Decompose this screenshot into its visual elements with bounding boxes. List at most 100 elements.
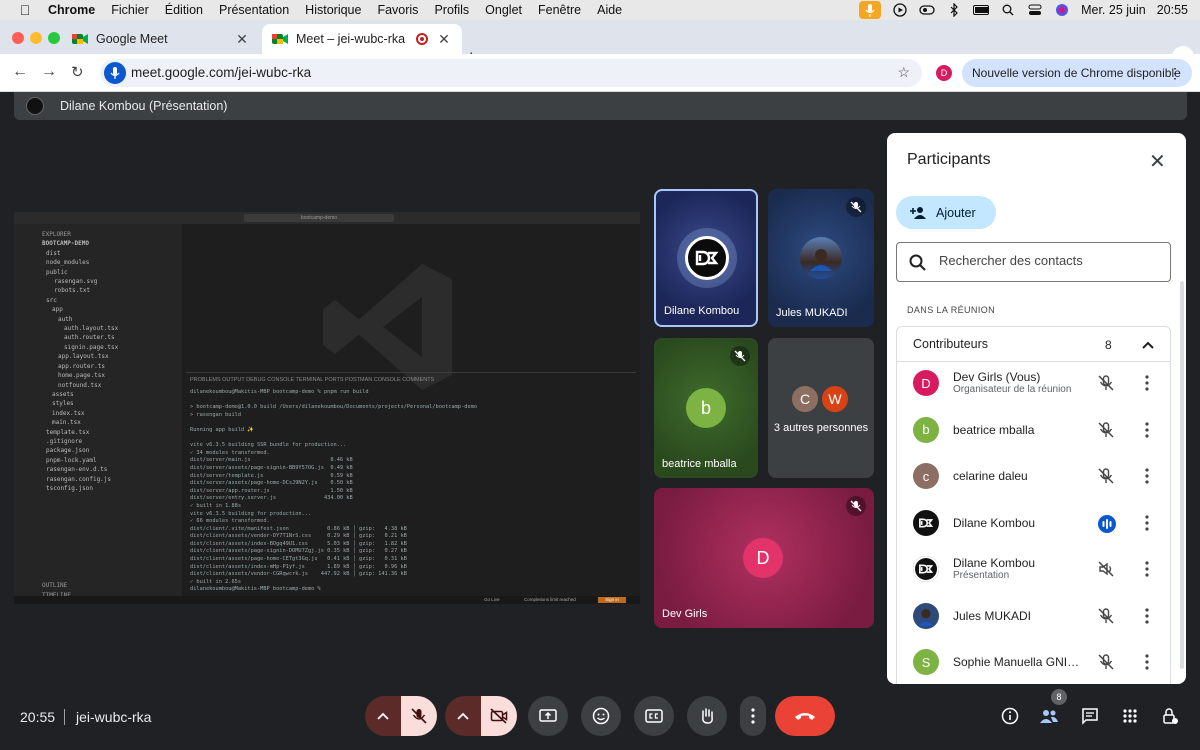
profile-avatar[interactable]: D xyxy=(936,65,952,81)
chrome-menu-kebab-icon[interactable]: ⋮ xyxy=(1168,65,1182,82)
menu-historique[interactable]: Historique xyxy=(305,3,361,17)
participant-row[interactable]: S Sophie Manuella GNITE... xyxy=(897,642,1172,682)
leave-call-button[interactable] xyxy=(775,696,835,736)
mic-in-use-icon[interactable] xyxy=(859,1,882,19)
menu-fenetre[interactable]: Fenêtre xyxy=(538,3,581,17)
close-window-button[interactable] xyxy=(12,32,24,44)
chrome-toolbar: ← → ↻ meet.google.com/jei-wubc-rka ☆ D N… xyxy=(0,54,1200,92)
chrome-tab-bar: Google Meet ✕ Meet – jei-wubc-rka ✕ + ⌄ xyxy=(0,20,1200,68)
menu-app-name[interactable]: Chrome xyxy=(48,3,95,17)
participant-row[interactable]: b beatrice mballa xyxy=(897,410,1172,450)
participant-avatar xyxy=(913,602,939,629)
participant-more-icon[interactable] xyxy=(1145,561,1149,582)
mic-off-icon[interactable] xyxy=(1097,421,1115,444)
reactions-button[interactable] xyxy=(581,696,621,736)
captions-button[interactable] xyxy=(634,696,674,736)
participant-more-icon[interactable] xyxy=(1145,607,1149,629)
search-icon xyxy=(909,254,926,271)
menubar-time[interactable]: 20:55 xyxy=(1157,3,1188,17)
participants-panel: Participants ✕ Ajouter DANS LA RÉUNION C… xyxy=(887,133,1186,684)
menu-aide[interactable]: Aide xyxy=(597,3,622,17)
forward-arrow-icon[interactable]: → xyxy=(41,63,57,81)
participant-more-icon[interactable] xyxy=(1145,654,1149,675)
menu-profils[interactable]: Profils xyxy=(434,3,469,17)
video-options-chevron-icon[interactable] xyxy=(445,696,481,736)
mic-off-icon[interactable] xyxy=(1097,607,1115,630)
battery-icon[interactable] xyxy=(973,3,990,17)
contributors-label[interactable]: Contributeurs xyxy=(913,337,988,351)
chat-button[interactable] xyxy=(1074,696,1106,736)
participant-more-icon[interactable] xyxy=(1145,421,1149,443)
mic-off-icon[interactable] xyxy=(1097,653,1115,676)
presentation-audio-off-icon[interactable] xyxy=(1097,560,1115,583)
raise-hand-button[interactable] xyxy=(687,696,727,736)
participant-row[interactable]: Dilane Kombou xyxy=(897,503,1172,543)
reload-icon[interactable]: ↻ xyxy=(71,63,84,81)
participant-row[interactable]: Dilane Kombou Présentation xyxy=(897,549,1172,589)
participant-row[interactable]: D Dev Girls (Vous) Organisateur de la réun… xyxy=(897,363,1172,403)
address-bar[interactable]: meet.google.com/jei-wubc-rka ☆ xyxy=(100,59,922,87)
menu-favoris[interactable]: Favoris xyxy=(377,3,418,17)
camera-toggle-button[interactable] xyxy=(481,696,517,736)
tab-close-icon[interactable]: ✕ xyxy=(234,31,250,48)
meeting-details-button[interactable] xyxy=(994,696,1026,736)
mic-off-icon[interactable] xyxy=(1097,467,1115,490)
participant-more-icon[interactable] xyxy=(1145,468,1149,489)
tile-dev-girls[interactable]: D Dev Girls xyxy=(654,488,874,628)
menu-onglet[interactable]: Onglet xyxy=(485,3,522,17)
minimize-window-button[interactable] xyxy=(30,32,42,44)
chat-icon xyxy=(1082,708,1098,725)
siri-icon[interactable] xyxy=(1054,3,1070,17)
tile-other-participants[interactable]: C W 3 autres personnes xyxy=(768,338,874,478)
speaking-indicator-icon[interactable] xyxy=(1097,514,1117,539)
tile-beatrice-mballa[interactable]: b beatrice mballa xyxy=(654,338,758,478)
status-completions: Completions limit reached xyxy=(524,597,576,602)
present-screen-button[interactable] xyxy=(528,696,568,736)
contact-search-input[interactable] xyxy=(939,253,1159,268)
host-controls-button[interactable] xyxy=(1154,696,1186,736)
panel-scrollbar[interactable] xyxy=(1180,281,1184,669)
shared-screen[interactable]: bootcamp-demo EXPLORER BOOTCAMP-DEMO dis… xyxy=(14,212,640,604)
site-mic-icon[interactable] xyxy=(104,62,126,84)
tab-close-icon[interactable]: ✕ xyxy=(436,31,452,48)
tile-jules-mukadi[interactable]: Jules MUKADI xyxy=(768,189,874,327)
tile-dilane-kombou[interactable]: Dilane Kombou xyxy=(654,189,758,327)
menu-edition[interactable]: Édition xyxy=(165,3,203,17)
tab-google-meet[interactable]: Google Meet ✕ xyxy=(62,24,260,54)
participant-more-icon[interactable] xyxy=(1145,514,1149,536)
explorer-file-row: tsconfig.json xyxy=(46,484,93,492)
vscode-explorer: EXPLORER BOOTCAMP-DEMO dist node_modules p… xyxy=(32,224,182,604)
participant-more-icon[interactable] xyxy=(1145,375,1149,396)
menu-fichier[interactable]: Fichier xyxy=(111,3,149,17)
more-options-button[interactable] xyxy=(740,696,766,736)
chrome-update-button[interactable]: Nouvelle version de Chrome disponible ⋮ xyxy=(962,59,1192,87)
meet-favicon-icon xyxy=(72,34,88,44)
activities-button[interactable] xyxy=(1114,696,1146,736)
participant-row[interactable]: c celarine daleu xyxy=(897,456,1172,496)
mic-off-icon xyxy=(411,708,427,724)
zoom-window-button[interactable] xyxy=(48,32,60,44)
tab-meet-session[interactable]: Meet – jei-wubc-rka ✕ xyxy=(262,24,462,54)
close-panel-icon[interactable]: ✕ xyxy=(1149,149,1166,174)
screen-mirror-icon[interactable] xyxy=(919,3,935,17)
participant-row[interactable]: Jules MUKADI xyxy=(897,596,1172,636)
menu-presentation[interactable]: Présentation xyxy=(219,3,289,17)
apple-icon[interactable]:  xyxy=(16,2,34,18)
mic-off-icon[interactable] xyxy=(1097,374,1115,397)
control-center-icon[interactable] xyxy=(1027,3,1043,17)
menubar-date[interactable]: Mer. 25 juin xyxy=(1081,3,1146,17)
camera-control-group xyxy=(445,696,517,736)
play-circle-icon[interactable] xyxy=(892,3,908,17)
bluetooth-icon[interactable] xyxy=(946,3,962,17)
add-people-button[interactable]: Ajouter xyxy=(896,196,996,229)
in-meeting-label: DANS LA RÉUNION xyxy=(907,305,996,315)
back-arrow-icon[interactable]: ← xyxy=(12,63,28,81)
mic-toggle-button[interactable] xyxy=(401,696,437,736)
terminal-panel-tabs: PROBLEMS OUTPUT DEBUG CONSOLE TERMINAL P… xyxy=(190,377,435,383)
audio-options-chevron-icon[interactable] xyxy=(365,696,401,736)
bookmark-star-icon[interactable]: ☆ xyxy=(897,64,910,81)
chevron-up-icon[interactable] xyxy=(1141,338,1155,352)
contact-search[interactable] xyxy=(896,242,1171,282)
end-call-icon xyxy=(795,713,815,720)
spotlight-search-icon[interactable] xyxy=(1000,3,1016,17)
